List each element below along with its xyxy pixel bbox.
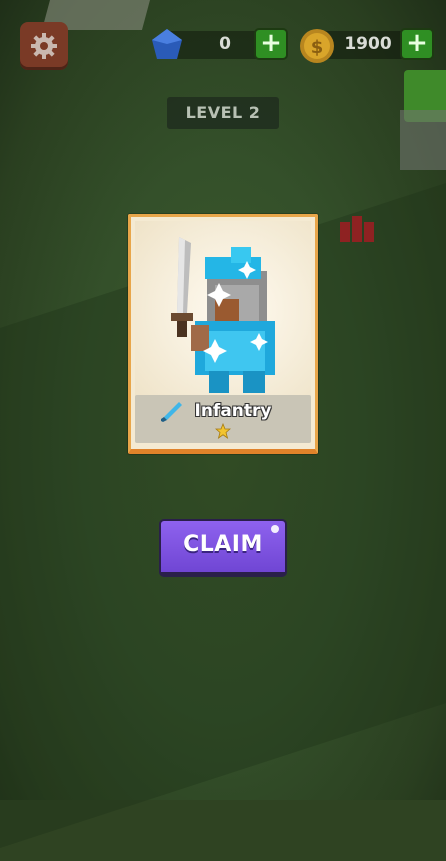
- gem-count: 0: [219, 34, 231, 54]
- claim-button[interactable]: CLAIM: [159, 519, 287, 577]
- enemy-unit: [336, 212, 376, 248]
- unit-name: Infantry: [194, 401, 272, 421]
- add-gems-button[interactable]: +: [254, 28, 288, 60]
- settings-button[interactable]: [20, 22, 68, 70]
- unit-info-panel: Infantry: [135, 395, 311, 443]
- coin-icon: $: [300, 29, 334, 63]
- add-coins-button[interactable]: +: [400, 28, 434, 60]
- unit-reward-card: Infantry: [128, 214, 318, 454]
- svg-text:$: $: [311, 37, 324, 58]
- level-indicator: LEVEL 2: [167, 97, 279, 129]
- knight-figure: [171, 237, 275, 393]
- claim-label: CLAIM: [183, 532, 263, 557]
- button-shine: [271, 525, 279, 533]
- rock-decoration-right: [400, 110, 446, 170]
- star-icon: [215, 423, 231, 439]
- unit-portrait: [135, 221, 311, 399]
- gear-icon: [31, 33, 57, 59]
- gem-icon: [152, 29, 182, 59]
- coin-count: 1900: [344, 34, 392, 54]
